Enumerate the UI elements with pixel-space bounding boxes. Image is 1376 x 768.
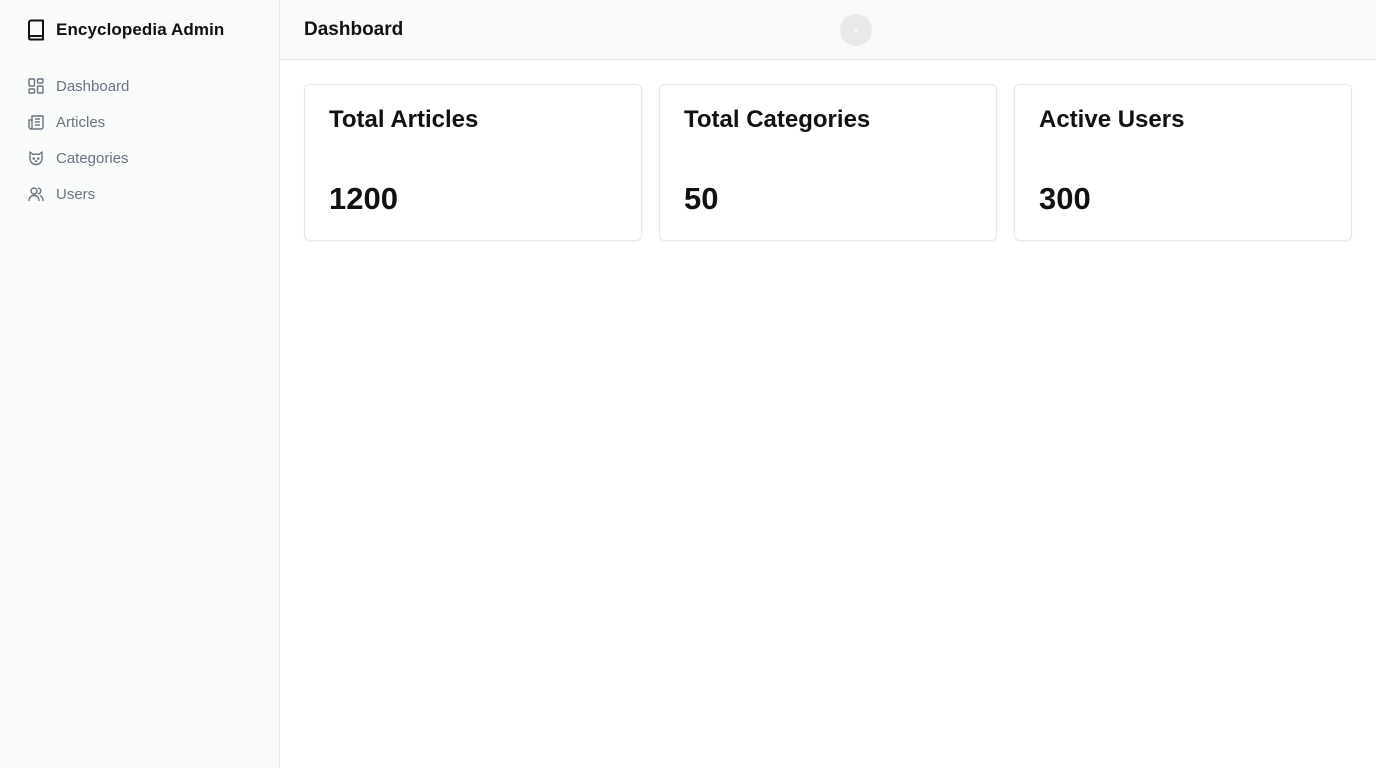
sidebar-item-dashboard[interactable]: Dashboard [0,68,279,104]
sidebar-item-categories[interactable]: Categories [0,140,279,176]
stat-card-total-articles: Total Articles 1200 [304,84,642,241]
brand[interactable]: Encyclopedia Admin [0,0,279,60]
stat-card-total-categories: Total Categories 50 [659,84,997,241]
users-icon [27,185,45,203]
stat-card-value: 300 [1039,181,1091,216]
sidebar-item-label: Users [56,185,96,203]
newspaper-icon [27,113,45,131]
main-area: Dashboard Total Articles 1200 Total Cate… [280,0,1376,768]
spinner-dot [854,28,858,32]
stat-card-value: 50 [684,181,719,216]
cat-icon [27,149,45,167]
sidebar: Encyclopedia Admin Dashboard Articles Ca… [0,0,280,768]
app-title: Encyclopedia Admin [56,20,225,39]
sidebar-nav: Dashboard Articles Categories Users [0,68,279,212]
stat-card-title: Active Users [1039,106,1185,133]
dashboard-grid-icon [27,77,45,95]
page-title: Dashboard [304,18,404,40]
top-header: Dashboard [280,0,1376,60]
stat-card-value: 1200 [329,181,398,216]
book-icon [26,19,46,41]
stat-card-active-users: Active Users 300 [1014,84,1352,241]
sidebar-item-label: Dashboard [56,77,130,95]
sidebar-item-label: Categories [56,149,129,167]
loading-spinner-icon [840,14,872,46]
sidebar-item-articles[interactable]: Articles [0,104,279,140]
app-root: Encyclopedia Admin Dashboard Articles Ca… [0,0,1376,768]
sidebar-item-label: Articles [56,113,106,131]
stats-grid: Total Articles 1200 Total Categories 50 … [280,60,1376,241]
stat-card-title: Total Articles [329,106,479,133]
sidebar-item-users[interactable]: Users [0,176,279,212]
stat-card-title: Total Categories [684,106,871,133]
